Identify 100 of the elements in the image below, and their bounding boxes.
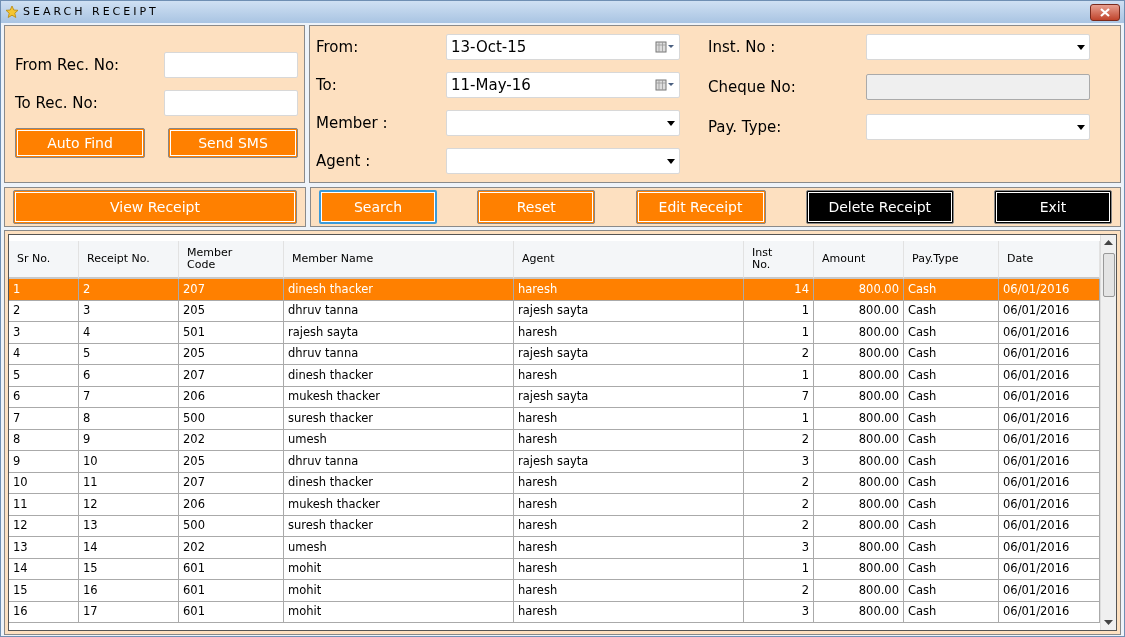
close-icon [1099,7,1111,17]
table-cell: 800.00 [814,472,904,494]
scrollbar-thumb[interactable] [1102,253,1115,297]
table-cell: suresh thacker [284,515,514,537]
star-icon [5,5,19,19]
table-cell: Cash [904,300,999,322]
action-button[interactable]: Delete Receipt [805,190,954,224]
table-cell: Cash [904,429,999,451]
table-cell: 10 [9,472,79,494]
field-label: Inst. No : [708,36,777,58]
table-cell: haresh [514,322,744,344]
table-cell: Cash [904,537,999,559]
column-header[interactable]: Sr No. [9,241,79,279]
column-header[interactable]: Member Code [179,241,284,279]
column-header[interactable]: Pay.Type [904,241,999,279]
table-cell: 207 [179,365,284,387]
scroll-down-icon[interactable] [1104,620,1113,626]
table-cell: haresh [514,365,744,387]
table-cell: rajesh sayta [284,322,514,344]
table-cell: 1 [744,365,814,387]
input-field[interactable] [164,52,298,78]
column-header[interactable]: Date [999,241,1100,279]
table-cell: 15 [9,580,79,602]
table-cell: 800.00 [814,322,904,344]
table-cell: 1 [744,558,814,580]
table-cell: 800.00 [814,279,904,301]
date-picker[interactable]: 13-Oct-15 [446,34,680,60]
table-cell: 16 [79,580,179,602]
table-cell: 800.00 [814,558,904,580]
table-cell: 7 [9,408,79,430]
table-cell: 205 [179,343,284,365]
column-header[interactable]: Agent [514,241,744,279]
table-cell: 2 [79,279,179,301]
table-cell: 800.00 [814,580,904,602]
table-cell: 1 [9,279,79,301]
dropdown-arrow-icon[interactable] [1077,124,1085,130]
table-cell: 8 [79,408,179,430]
table-cell: 6 [79,365,179,387]
table-cell: 6 [9,386,79,408]
dropdown-arrow-icon[interactable] [667,120,675,126]
table-cell: haresh [514,408,744,430]
table-cell: 16 [9,601,79,623]
table-cell: 11 [79,472,179,494]
dropdown-arrow-icon[interactable] [667,158,675,164]
table-cell: 500 [179,515,284,537]
table-cell: 207 [179,279,284,301]
table-cell: Cash [904,365,999,387]
calendar-icon[interactable] [655,41,675,53]
action-button[interactable]: Exit [994,190,1112,224]
date-picker[interactable]: 11-May-16 [446,72,680,98]
table-cell: 3 [79,300,179,322]
field-label: Member : [316,112,389,134]
table-cell: Cash [904,343,999,365]
column-header[interactable]: Inst No. [744,241,814,279]
table-cell: rajesh sayta [514,300,744,322]
table-cell: 501 [179,322,284,344]
table-cell: Cash [904,558,999,580]
table-cell: 800.00 [814,429,904,451]
table-cell: 800.00 [814,451,904,473]
table-cell: 7 [79,386,179,408]
table-cell: 800.00 [814,386,904,408]
table-cell: Cash [904,580,999,602]
table-cell: umesh [284,429,514,451]
table-cell: 800.00 [814,494,904,516]
table-cell: dhruv tanna [284,300,514,322]
column-header[interactable]: Member Name [284,241,514,279]
column-header[interactable]: Amount [814,241,904,279]
table-cell: 2 [9,300,79,322]
table-cell: 2 [744,472,814,494]
table-cell: 5 [9,365,79,387]
table-cell: 9 [9,451,79,473]
table-cell: 15 [79,558,179,580]
table-cell: mukesh thacker [284,494,514,516]
table-cell: 202 [179,429,284,451]
table-cell: 601 [179,601,284,623]
table-cell: 2 [744,429,814,451]
table-cell: Cash [904,279,999,301]
table-cell: rajesh sayta [514,343,744,365]
input-field[interactable] [164,90,298,116]
field-label: To Rec. No: [15,92,98,114]
table-cell: 4 [9,343,79,365]
close-button[interactable] [1090,3,1120,21]
scrollbar[interactable] [1100,235,1116,630]
table-cell: mukesh thacker [284,386,514,408]
scroll-up-icon[interactable] [1104,239,1113,245]
table-cell: 4 [79,322,179,344]
calendar-icon[interactable] [655,79,675,91]
dropdown-arrow-icon[interactable] [1077,44,1085,50]
column-header[interactable]: Receipt No. [79,241,179,279]
table-cell: haresh [514,537,744,559]
table-cell: 800.00 [814,365,904,387]
table-cell: 1 [744,300,814,322]
table-cell: dhruv tanna [284,451,514,473]
table-cell: haresh [514,429,744,451]
table-cell: 9 [79,429,179,451]
table-cell: 3 [9,322,79,344]
field-label: To: [316,74,338,96]
table-cell: 202 [179,537,284,559]
table-cell: Cash [904,472,999,494]
field-label: Pay. Type: [708,116,783,138]
